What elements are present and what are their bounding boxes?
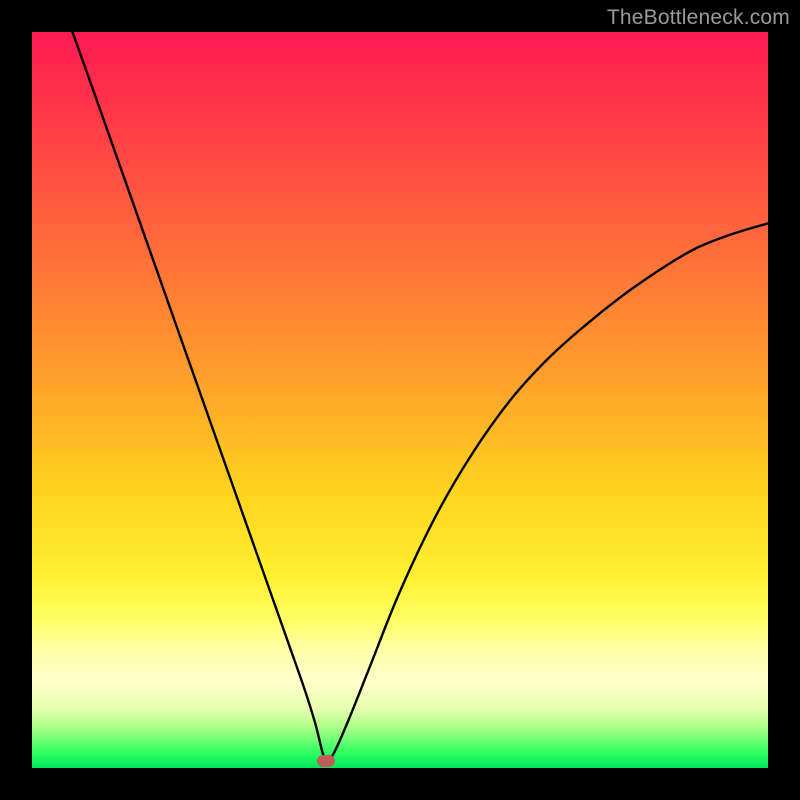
minimum-marker (317, 755, 335, 767)
curve-path (72, 32, 768, 761)
watermark-text: TheBottleneck.com (607, 6, 790, 30)
bottleneck-curve (32, 32, 768, 768)
chart-frame: TheBottleneck.com (0, 0, 800, 800)
